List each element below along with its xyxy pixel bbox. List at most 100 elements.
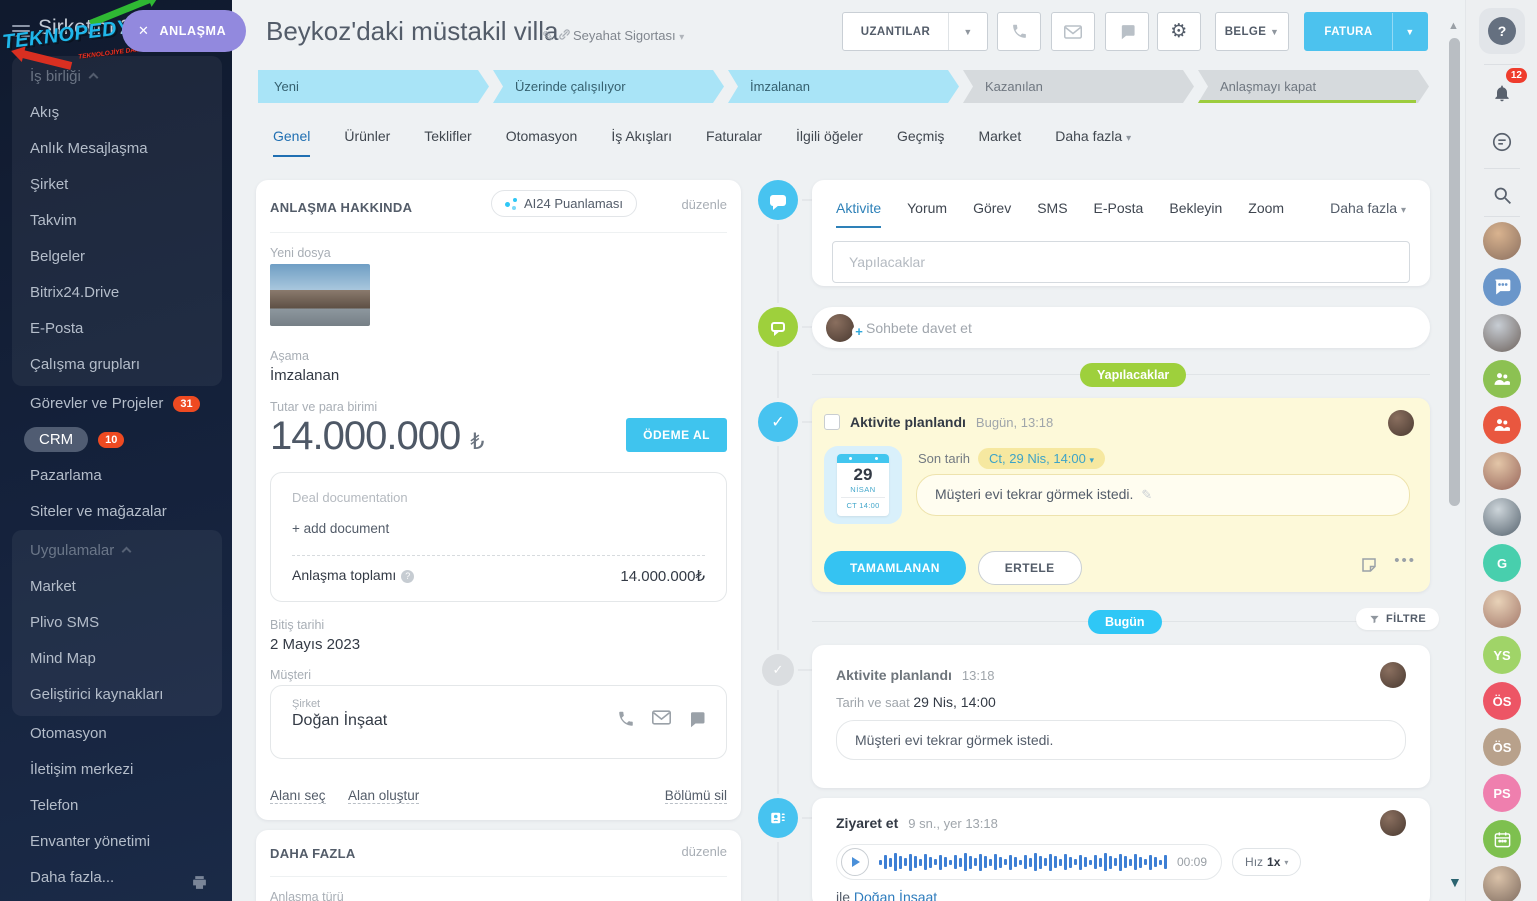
more-actions-icon[interactable]: ••• [1394,552,1416,569]
sidebar-item-bitrix24-drive[interactable]: Bitrix24.Drive [12,275,222,311]
sidebar-item-calisma-gruplari[interactable]: Çalışma grupları [12,347,222,383]
tab-faturalar[interactable]: Faturalar [706,128,762,157]
sidebar-item-gelistirici[interactable]: Geliştirici kaynakları [12,677,222,713]
sidebar-item-envanter[interactable]: Envanter yönetimi [12,824,222,860]
delete-section-link[interactable]: Bölümü sil [665,788,727,804]
invite-to-chat-row[interactable]: + Sohbete davet et [812,307,1430,348]
invoice-button[interactable]: FATURA ▼ [1304,12,1428,51]
get-payment-button[interactable]: ÖDEME AL [626,418,727,452]
sidebar-item-takvim[interactable]: Takvim [12,203,222,239]
notifications-button[interactable]: 12 [1483,74,1521,112]
help-icon[interactable]: ? [401,570,414,583]
sidebar-item-plivo-sms[interactable]: Plivo SMS [12,605,222,641]
tab-teklifler[interactable]: Teklifler [424,128,471,157]
calendar-bot-avatar[interactable] [1483,820,1521,858]
close-icon[interactable]: ✕ [138,23,150,39]
sidebar-item-iletisim-merkezi[interactable]: İletişim merkezi [12,752,222,788]
tab-eposta[interactable]: E-Posta [1094,200,1144,228]
stage-yeni[interactable]: Yeni [258,70,489,103]
tab-sms[interactable]: SMS [1037,200,1067,228]
sidebar-item-belgeler[interactable]: Belgeler [12,239,222,275]
sidebar-item-sirket[interactable]: Şirket [12,167,222,203]
entity-type-badge[interactable]: ✕ ANLAŞMA [122,10,246,52]
deadline-value-pill[interactable]: Ct, 29 Nis, 14:00 ▾ [978,448,1105,469]
sidebar-item-otomasyon[interactable]: Otomasyon [12,716,222,752]
tab-yorum[interactable]: Yorum [907,200,947,228]
create-field-link[interactable]: Alan oluştur [348,788,419,804]
initials-avatar[interactable]: ÖS [1483,728,1521,766]
activity-title[interactable]: Aktivite planlandı [850,414,966,430]
messenger-button[interactable] [1483,123,1521,161]
scrollbar-thumb[interactable] [1449,38,1460,506]
avatar[interactable] [1483,590,1521,628]
extensions-button[interactable]: UZANTILAR ▼ [842,12,988,51]
group-avatar-red[interactable] [1483,406,1521,444]
tab-ilgili-ogeler[interactable]: İlgili öğeler [796,128,863,157]
stage-kazanilan[interactable]: Kazanılan [963,70,1194,103]
app-logo[interactable]: Sirketim 2 [38,16,131,40]
extensions-dropdown-arrow[interactable]: ▼ [949,27,987,37]
client-company-box[interactable]: Şirket Doğan İnşaat [270,685,727,759]
email-button[interactable] [1051,12,1095,51]
tab-gorev[interactable]: Görev [973,200,1011,228]
activity-title[interactable]: Aktivite planlandı [836,667,952,683]
hamburger-menu-icon[interactable] [12,22,30,40]
tab-market[interactable]: Market [978,128,1021,157]
avatar[interactable] [1380,662,1406,688]
amount-value[interactable]: 14.000.000 ₺ [270,414,483,459]
play-button[interactable] [841,848,869,876]
group-avatar-green[interactable] [1483,360,1521,398]
search-button[interactable] [1483,176,1521,214]
avatar[interactable] [1483,866,1521,901]
stage-anlasmayi-kapat[interactable]: Anlaşmayı kapat [1198,70,1429,103]
todo-input[interactable] [832,241,1410,283]
sidebar-item-eposta[interactable]: E-Posta [12,311,222,347]
sidebar-group-header-isbirligi[interactable]: İş birliği [12,59,222,95]
invoice-dropdown-arrow[interactable]: ▼ [1393,27,1427,37]
tab-gecmis[interactable]: Geçmiş [897,128,944,157]
initials-avatar[interactable]: YS [1483,636,1521,674]
select-field-link[interactable]: Alanı seç [270,788,326,804]
more-edit-link[interactable]: düzenle [681,844,727,859]
initials-avatar[interactable]: PS [1483,774,1521,812]
edit-pencil-icon[interactable]: ✎ [1141,487,1152,502]
calendar-widget[interactable]: 29 NİSAN CT 14:00 [824,446,902,524]
sidebar-item-pazarlama[interactable]: Pazarlama [12,458,222,494]
note-icon[interactable] [1360,556,1378,579]
phone-icon[interactable] [617,710,635,728]
activity-note[interactable]: Müşteri evi tekrar görmek istedi.✎ [916,474,1410,516]
settings-button[interactable]: ⚙ [1157,12,1201,51]
link-icon[interactable] [558,28,571,44]
tab-is-akislari[interactable]: İş Akışları [611,128,672,157]
chat-button[interactable] [1105,12,1149,51]
company-link[interactable]: Doğan İnşaat [854,889,937,901]
sidebar-item-akis[interactable]: Akış [12,95,222,131]
tab-otomasyon[interactable]: Otomasyon [506,128,578,157]
edit-title-icon[interactable]: ✎ [542,28,554,45]
about-edit-link[interactable]: düzenle [681,197,727,212]
call-button[interactable] [997,12,1041,51]
initials-avatar[interactable]: ÖS [1483,682,1521,720]
sidebar-item-siteler[interactable]: Siteler ve mağazalar [12,494,222,530]
add-document-link[interactable]: + add document [292,521,705,536]
avatar[interactable] [1483,498,1521,536]
initials-avatar[interactable]: G [1483,544,1521,582]
sidebar-item-market[interactable]: Market [12,569,222,605]
sidebar-item-gorevler[interactable]: Görevler ve Projeler31 [12,386,222,422]
avatar[interactable] [1380,810,1406,836]
tab-daha-fazla[interactable]: Daha fazla ▾ [1055,128,1131,157]
filter-button[interactable]: FİLTRE [1356,608,1439,630]
tab-daha-fazla[interactable]: Daha fazla ▾ [1330,200,1406,228]
playback-speed-button[interactable]: Hız 1x ▾ [1232,848,1301,876]
sidebar-item-anlik-mesajlasma[interactable]: Anlık Mesajlaşma [12,131,222,167]
sidebar-item-crm[interactable]: CRM10 [12,422,222,458]
sidebar-item-daha-fazla[interactable]: Daha fazla... [12,860,222,896]
avatar[interactable] [1483,452,1521,490]
avatar[interactable] [1483,222,1521,260]
group-chat-avatar[interactable] [1483,268,1521,306]
document-button[interactable]: BELGE ▼ [1215,12,1289,51]
complete-button[interactable]: TAMAMLANAN [824,551,966,585]
sidebar-item-mind-map[interactable]: Mind Map [12,641,222,677]
ai-scoring-button[interactable]: AI24 Puanlaması [491,190,637,217]
sidebar-item-telefon[interactable]: Telefon [12,788,222,824]
